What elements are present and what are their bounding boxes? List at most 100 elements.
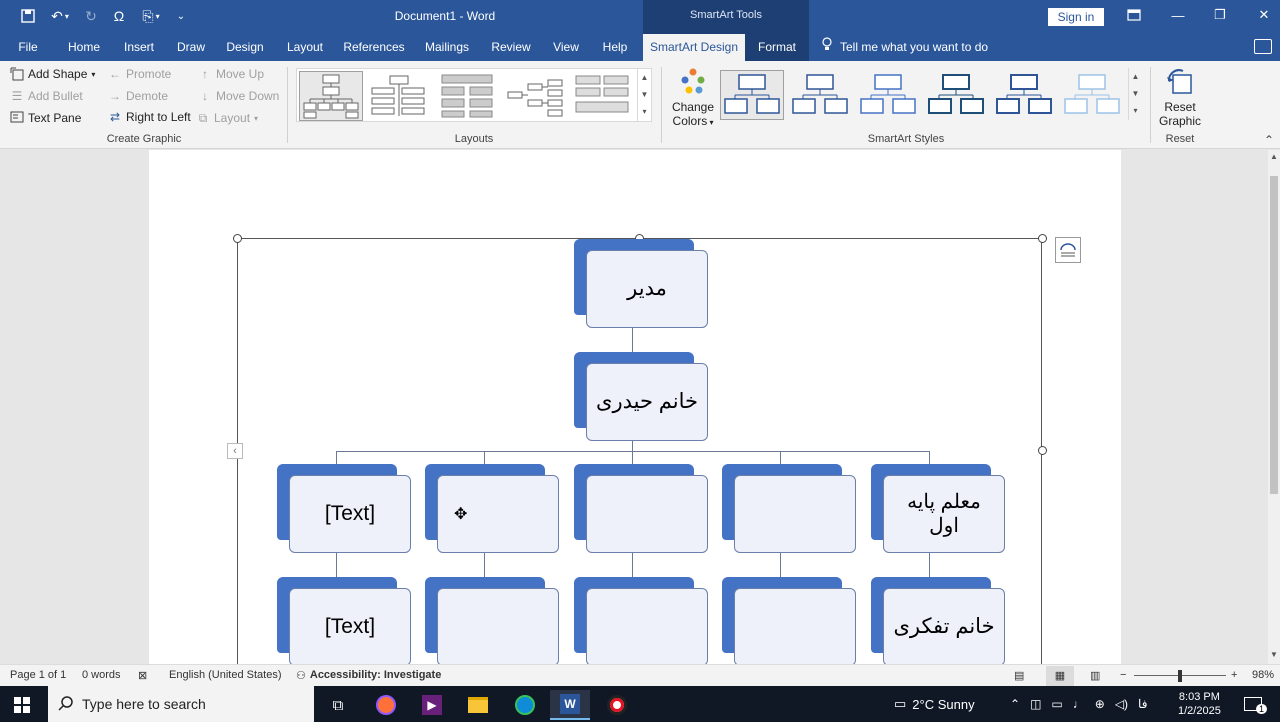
node-row4-1[interactable]: [Text]	[289, 588, 411, 666]
tab-review[interactable]: Review	[488, 34, 534, 61]
node-second[interactable]: خانم حیدری	[586, 363, 708, 441]
tab-help[interactable]: Help	[596, 34, 634, 61]
show-hidden-icons-icon[interactable]: ⌃	[1010, 697, 1020, 711]
node-row3-3[interactable]	[586, 475, 708, 553]
node-row4-4[interactable]	[734, 588, 856, 666]
tab-view[interactable]: View	[548, 34, 584, 61]
clock[interactable]: 8:03 PM 1/2/2025	[1178, 686, 1221, 722]
style-simple-fill-thumb[interactable]	[720, 70, 784, 120]
network-icon[interactable]: ⊕	[1095, 697, 1105, 711]
file-explorer-icon[interactable]	[458, 690, 498, 720]
zoom-level[interactable]: 98%	[1252, 669, 1274, 681]
battery-icon[interactable]: ▭	[1051, 697, 1062, 711]
layout-button[interactable]: ⧉ Layout ▾	[196, 111, 258, 125]
layout-half-circle-org-thumb[interactable]	[435, 71, 499, 121]
edge-icon[interactable]	[505, 690, 545, 720]
page-count[interactable]: Page 1 of 1	[10, 669, 66, 681]
vertical-scrollbar[interactable]: ▲ ▼	[1268, 150, 1280, 664]
zoom-out-icon[interactable]: −	[1120, 669, 1126, 681]
tab-smartart-design[interactable]: SmartArt Design	[643, 34, 745, 61]
change-colors-button[interactable]: Change Colors ▾	[670, 67, 716, 128]
move-up-button[interactable]: ↑ Move Up	[198, 67, 264, 81]
task-view-icon[interactable]: ⧉	[318, 690, 358, 720]
style-subtle-effect-thumb[interactable]	[856, 70, 920, 120]
tab-file[interactable]: File	[10, 34, 46, 61]
move-down-button[interactable]: ↓ Move Down	[198, 89, 279, 103]
tab-references[interactable]: References	[340, 34, 408, 61]
windows-start-icon[interactable]	[2, 690, 42, 720]
scroll-up-icon[interactable]: ▲	[1268, 152, 1280, 162]
text-pane-button[interactable]: Text Pane	[10, 111, 81, 125]
close-icon[interactable]: ✕	[1246, 4, 1280, 26]
print-layout-icon[interactable]: ▦	[1046, 666, 1074, 686]
read-mode-icon[interactable]: ▤	[1014, 669, 1024, 682]
scroll-up-icon[interactable]: ▲	[638, 69, 651, 86]
resize-handle[interactable]	[1038, 446, 1047, 455]
layout-options-icon[interactable]	[1055, 237, 1081, 263]
microphone-icon[interactable]: ♩	[1073, 697, 1085, 711]
right-to-left-button[interactable]: ⇄ Right to Left	[108, 110, 191, 124]
word-count[interactable]: 0 words	[82, 669, 121, 681]
node-top[interactable]: مدیر	[586, 250, 708, 328]
resize-handle[interactable]	[233, 234, 242, 243]
style-intense-effect-thumb[interactable]	[992, 70, 1056, 120]
restore-icon[interactable]: ❐	[1202, 4, 1238, 26]
tab-design[interactable]: Design	[222, 34, 268, 61]
format-painter-icon[interactable]: ⎘ ▾	[136, 6, 166, 26]
undo-icon[interactable]: ↶ ▾	[46, 6, 74, 26]
scroll-down-icon[interactable]: ▼	[1129, 85, 1142, 102]
web-layout-icon[interactable]: ▥	[1090, 669, 1100, 682]
word-app-icon[interactable]: W	[550, 690, 590, 720]
tab-home[interactable]: Home	[62, 34, 106, 61]
text-pane-expander-icon[interactable]: ‹	[227, 443, 243, 459]
input-language[interactable]: فا	[1138, 697, 1147, 711]
accessibility-button[interactable]: ⚇ Accessibility: Investigate	[296, 669, 441, 682]
tab-draw[interactable]: Draw	[172, 34, 210, 61]
gallery-more-icon[interactable]: ▾	[1129, 102, 1142, 119]
styles-gallery-scroll[interactable]: ▲ ▼ ▾	[1128, 68, 1142, 120]
style-moderate-effect-thumb[interactable]	[924, 70, 988, 120]
meet-now-icon[interactable]: ◫	[1030, 697, 1041, 711]
layout-table-hierarchy-thumb[interactable]	[571, 71, 635, 121]
scroll-thumb[interactable]	[1270, 176, 1278, 494]
node-row3-5[interactable]: معلم پایه اول	[883, 475, 1005, 553]
demote-button[interactable]: → Demote	[108, 89, 168, 103]
zoom-slider-thumb[interactable]	[1178, 670, 1182, 682]
node-row4-5[interactable]: خانم تفکری	[883, 588, 1005, 666]
layout-horizontal-hierarchy-thumb[interactable]	[503, 71, 567, 121]
collapse-ribbon-icon[interactable]: ⌃	[1264, 133, 1274, 147]
zoom-in-icon[interactable]: +	[1231, 669, 1237, 681]
layout-name-title-org-thumb[interactable]	[367, 71, 431, 121]
redo-icon[interactable]: ↻	[82, 6, 100, 26]
customize-qat-icon[interactable]: ⌄	[174, 6, 188, 26]
tab-format[interactable]: Format	[745, 34, 809, 61]
save-icon[interactable]	[18, 6, 38, 26]
tell-me-search[interactable]: Tell me what you want to do	[822, 34, 988, 61]
taskbar-search[interactable]: Type here to search	[48, 686, 314, 722]
comments-icon[interactable]	[1254, 39, 1272, 54]
gallery-more-icon[interactable]: ▾	[638, 103, 651, 120]
tab-mailings[interactable]: Mailings	[420, 34, 474, 61]
ribbon-display-options-icon[interactable]	[1116, 4, 1152, 26]
tab-insert[interactable]: Insert	[118, 34, 160, 61]
node-row4-3[interactable]	[586, 588, 708, 666]
reset-graphic-button[interactable]: Reset Graphic	[1156, 67, 1204, 128]
proofing-icon[interactable]: ⊠	[138, 669, 147, 682]
screen-recorder-icon[interactable]	[597, 690, 637, 720]
sign-in-button[interactable]: Sign in	[1048, 8, 1104, 26]
scroll-up-icon[interactable]: ▲	[1129, 68, 1142, 85]
language-indicator[interactable]: English (United States)	[169, 669, 282, 681]
node-row3-1[interactable]: [Text]	[289, 475, 411, 553]
style-white-outline-thumb[interactable]	[788, 70, 852, 120]
add-shape-button[interactable]: Add Shape ▾	[10, 67, 95, 81]
node-row4-2[interactable]	[437, 588, 559, 666]
firefox-icon[interactable]	[366, 690, 406, 720]
add-bullet-button[interactable]: ☰ Add Bullet	[10, 89, 83, 103]
promote-button[interactable]: ← Promote	[108, 67, 171, 81]
symbol-omega-icon[interactable]: Ω	[110, 6, 128, 26]
scroll-down-icon[interactable]: ▼	[638, 86, 651, 103]
notifications-button[interactable]: 1	[1244, 686, 1268, 722]
scroll-down-icon[interactable]: ▼	[1268, 650, 1280, 660]
volume-icon[interactable]: ◁)	[1115, 697, 1128, 711]
visual-studio-icon[interactable]: ▶	[412, 690, 452, 720]
